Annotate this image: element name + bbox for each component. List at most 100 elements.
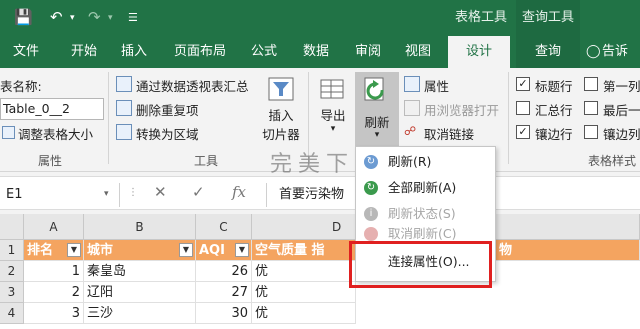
- table-cell[interactable]: 26: [196, 261, 252, 282]
- tab-home[interactable]: 开始: [66, 36, 102, 68]
- row-header-4[interactable]: 4: [0, 303, 24, 324]
- remove-duplicates-icon: [116, 100, 132, 116]
- menu-item-label: 全部刷新(A): [388, 180, 457, 195]
- name-box[interactable]: E1: [0, 183, 120, 207]
- context-group-query-tools: 查询工具: [516, 0, 580, 36]
- export-dropdown-icon: ▾: [330, 124, 336, 134]
- tab-query[interactable]: 查询: [516, 36, 580, 68]
- lightbulb-icon: ◯: [586, 44, 601, 59]
- confirm-entry-icon[interactable]: ✓: [192, 183, 205, 201]
- tab-design[interactable]: 设计: [448, 36, 510, 68]
- table-name-input[interactable]: Table_0__2: [0, 98, 104, 120]
- filter-dropdown-icon[interactable]: ▼: [235, 243, 249, 257]
- export-label: 导出: [320, 108, 346, 123]
- header-row-checkbox[interactable]: ✓: [516, 77, 530, 91]
- table-header-cell[interactable]: AQI ▼: [196, 240, 252, 261]
- total-row-checkbox[interactable]: [516, 101, 530, 115]
- first-column-label: 第一列: [603, 79, 640, 94]
- open-in-browser-button[interactable]: 用浏览器打开: [424, 100, 499, 119]
- table-header-cell[interactable]: 排名 ▼: [24, 240, 84, 261]
- column-header-a[interactable]: A: [24, 214, 84, 240]
- group-label-tools: 工具: [194, 154, 219, 168]
- table-cell[interactable]: 3: [24, 303, 84, 324]
- cancel-refresh-icon: [364, 227, 378, 241]
- column-header-c[interactable]: C: [196, 214, 252, 240]
- table-cell[interactable]: 2: [24, 282, 84, 303]
- insert-slicer-label-2: 切片器: [262, 127, 300, 142]
- info-icon: i: [364, 207, 378, 221]
- table-header-label: AQI: [199, 243, 225, 258]
- first-column-checkbox[interactable]: [584, 77, 598, 91]
- insert-slicer-label-1: 插入: [268, 108, 294, 123]
- banded-rows-label: 镶边行: [535, 127, 573, 142]
- export-button[interactable]: 导出 ▾: [312, 72, 354, 148]
- formula-bar-grip-icon: ⋮: [128, 187, 138, 198]
- row-header-1[interactable]: 1: [0, 240, 24, 261]
- menu-item-label: 刷新状态(S): [388, 206, 456, 221]
- redo-dropdown-icon[interactable]: ▾: [108, 13, 113, 23]
- refresh-label: 刷新: [364, 115, 390, 130]
- undo-icon[interactable]: ↶: [50, 8, 63, 26]
- menu-item-refresh-all[interactable]: ↻ 全部刷新(A): [356, 177, 495, 199]
- row-header-2[interactable]: 2: [0, 261, 24, 282]
- redo-icon[interactable]: ↷: [88, 8, 101, 26]
- table-cell[interactable]: 秦皇岛: [84, 261, 196, 282]
- tab-page-layout[interactable]: 页面布局: [168, 36, 232, 68]
- insert-slicer-button[interactable]: 插入 切片器: [258, 72, 304, 148]
- name-box-dropdown-icon[interactable]: ▾: [104, 189, 109, 199]
- save-icon[interactable]: 💾: [14, 8, 33, 26]
- row-header-3[interactable]: 3: [0, 282, 24, 303]
- table-cell[interactable]: 优: [252, 303, 356, 324]
- title-bar: 💾 ↶ ▾ ↷ ▾ ☰ 表格工具 查询工具: [0, 0, 640, 36]
- filter-dropdown-icon[interactable]: ▼: [179, 243, 193, 257]
- filter-dropdown-icon[interactable]: ▼: [67, 243, 81, 257]
- total-row-label: 汇总行: [535, 103, 573, 118]
- convert-to-range-button[interactable]: 转换为区域: [136, 124, 199, 143]
- tab-data[interactable]: 数据: [298, 36, 334, 68]
- refresh-button[interactable]: 刷新 ▾: [355, 72, 399, 148]
- group-label-table-style-options: 表格样式: [588, 154, 637, 168]
- resize-table-icon: [2, 126, 15, 139]
- refresh-icon: [364, 77, 384, 101]
- last-column-checkbox[interactable]: [584, 101, 598, 115]
- group-label-properties: 属性: [38, 154, 63, 168]
- table-cell[interactable]: 辽阳: [84, 282, 196, 303]
- table-cell[interactable]: 30: [196, 303, 252, 324]
- pivot-table-icon: [116, 76, 132, 92]
- table-header-cell[interactable]: 城市 ▼: [84, 240, 196, 261]
- table-cell[interactable]: 27: [196, 282, 252, 303]
- unlink-button[interactable]: 取消链接: [424, 124, 474, 143]
- formula-bar: E1 ▾ ⋮ ✕ ✓ fx 首要污染物: [0, 176, 640, 210]
- tab-review[interactable]: 审阅: [350, 36, 386, 68]
- tab-insert[interactable]: 插入: [116, 36, 152, 68]
- tab-view[interactable]: 视图: [400, 36, 436, 68]
- resize-table-button[interactable]: 调整表格大小: [18, 124, 93, 143]
- table-cell[interactable]: 三沙: [84, 303, 196, 324]
- customize-toolbar-icon[interactable]: ☰: [128, 11, 138, 24]
- banded-columns-checkbox[interactable]: [584, 125, 598, 139]
- ribbon-separator: [508, 72, 509, 164]
- cancel-entry-icon[interactable]: ✕: [154, 183, 167, 201]
- tab-tell-me[interactable]: ◯ 告诉我: [584, 36, 640, 91]
- table-cell[interactable]: 优: [252, 282, 356, 303]
- open-in-browser-icon: [404, 100, 420, 116]
- tab-formulas[interactable]: 公式: [246, 36, 282, 68]
- tab-file[interactable]: 文件: [8, 36, 44, 68]
- menu-item-refresh-status[interactable]: i 刷新状态(S): [356, 203, 495, 225]
- summarize-pivot-button[interactable]: 通过数据透视表汇总: [136, 76, 249, 95]
- properties-icon: [404, 76, 420, 92]
- select-all-corner[interactable]: [0, 214, 24, 240]
- table-header-cell[interactable]: 空气质量 指: [252, 240, 356, 261]
- column-header-b[interactable]: B: [84, 214, 196, 240]
- banded-rows-checkbox[interactable]: ✓: [516, 125, 530, 139]
- table-cell[interactable]: 1: [24, 261, 84, 282]
- remove-duplicates-button[interactable]: 删除重复项: [136, 100, 199, 119]
- table-header-cell[interactable]: 物: [496, 240, 640, 261]
- table-cell[interactable]: 优: [252, 261, 356, 282]
- menu-item-refresh[interactable]: ↻ 刷新(R): [356, 151, 495, 173]
- insert-function-icon[interactable]: fx: [232, 183, 246, 201]
- undo-dropdown-icon[interactable]: ▾: [70, 13, 75, 23]
- properties-button[interactable]: 属性: [424, 76, 449, 95]
- ribbon-separator: [108, 72, 109, 164]
- menu-item-cancel-refresh[interactable]: 取消刷新(C): [356, 227, 495, 241]
